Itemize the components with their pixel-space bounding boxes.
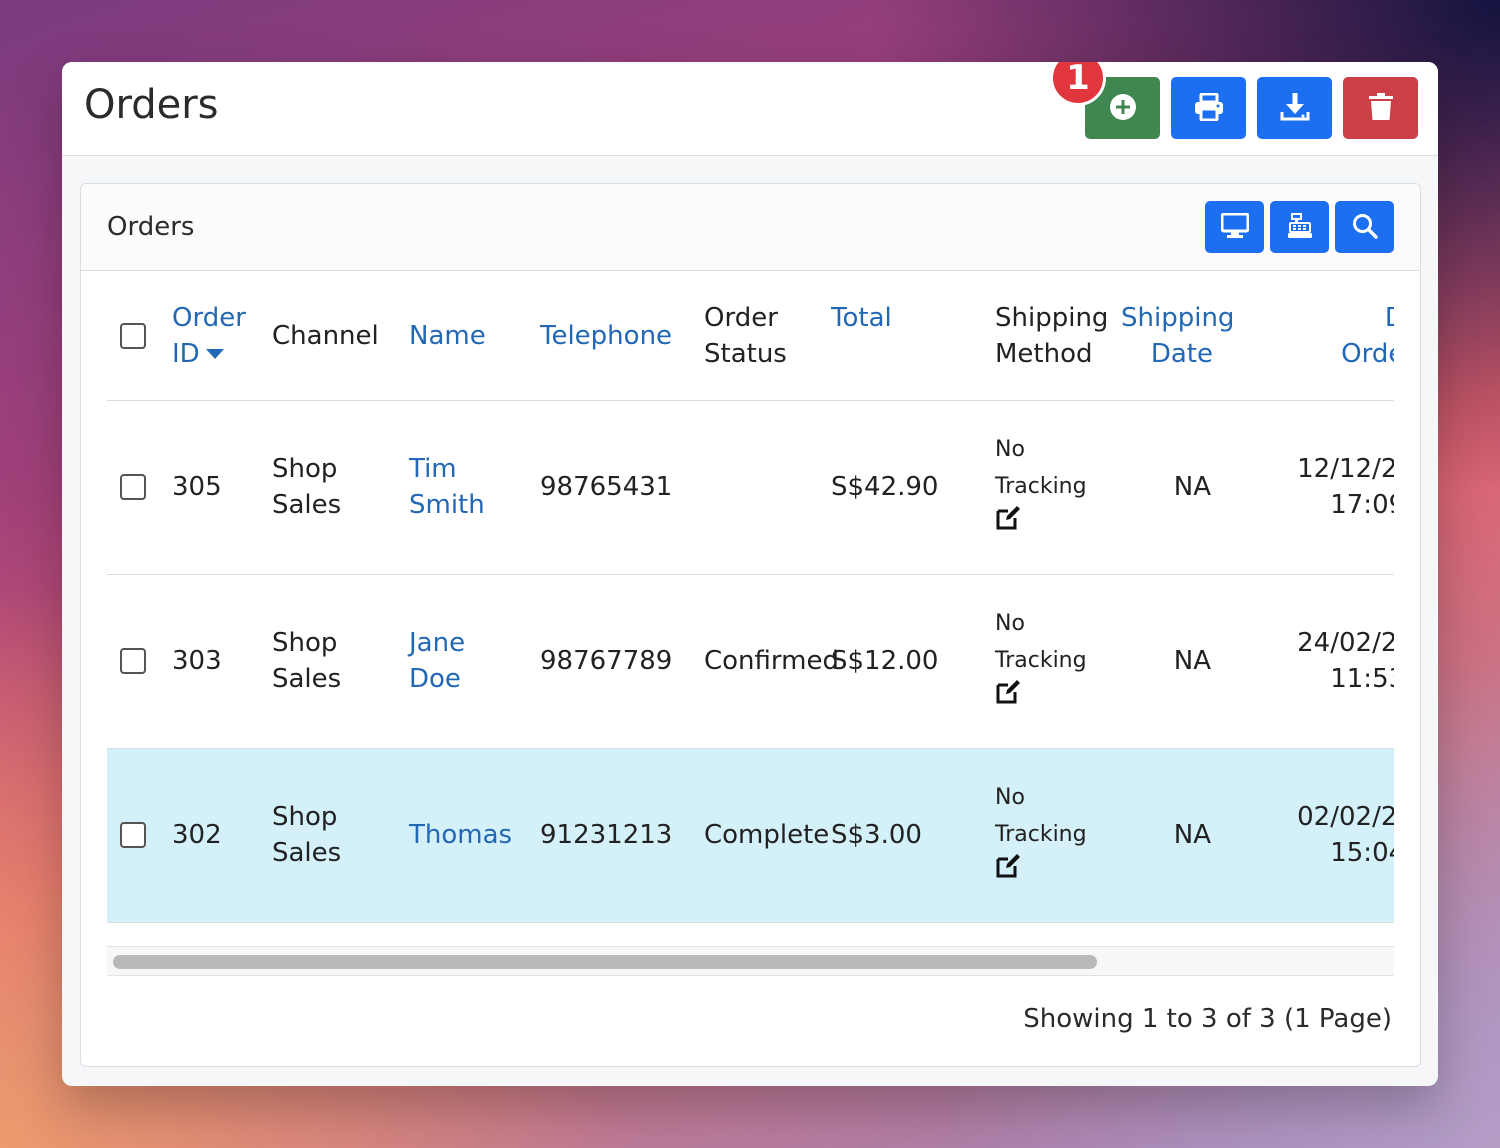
sort-desc-icon — [205, 349, 224, 360]
order-status-cell — [704, 400, 831, 574]
date-ordered-cell: 02/02/202315:04:51 — [1297, 802, 1394, 868]
orders-card: Orders Order ID Channel Name Telephone O… — [80, 183, 1421, 1067]
plus-circle-icon — [1109, 93, 1137, 124]
column-order-status: Order Status — [704, 302, 787, 369]
row-checkbox[interactable] — [120, 822, 146, 848]
monitor-icon — [1220, 212, 1249, 242]
customer-name-link[interactable]: Thomas — [409, 748, 540, 922]
printer-icon — [1194, 92, 1224, 124]
card-title: Orders — [107, 212, 195, 242]
shipping-date-cell: NA — [1173, 646, 1211, 676]
column-shipping-date[interactable]: Shipping Date — [1121, 272, 1235, 400]
total-cell: S$12.00 — [831, 646, 939, 676]
shipping-date-cell: NA — [1173, 472, 1211, 502]
monitor-button[interactable] — [1205, 201, 1264, 253]
column-channel: Channel — [272, 320, 379, 351]
edit-icon[interactable] — [995, 506, 1021, 537]
column-order-id[interactable]: Order ID — [172, 272, 272, 400]
scrollbar-thumb[interactable] — [113, 955, 1097, 969]
customer-name-link[interactable]: Tim Smith — [409, 400, 540, 574]
horizontal-scrollbar[interactable] — [107, 946, 1394, 976]
total-cell: S$42.90 — [831, 472, 939, 502]
order-status-cell: Complete — [704, 820, 830, 850]
table-row[interactable]: 305 Shop Sales Tim Smith 98765431 S$42.90 … — [107, 400, 1394, 574]
order-status-cell: Confirmed — [704, 646, 839, 676]
table-row[interactable]: 302 Shop Sales Thomas 91231213 Complete S… — [107, 748, 1394, 922]
edit-icon[interactable] — [995, 854, 1021, 885]
order-id-cell: 302 — [172, 820, 222, 850]
date-ordered-cell: 12/12/202317:09:55 — [1297, 454, 1394, 520]
page-title: Orders — [84, 82, 219, 128]
total-cell: S$3.00 — [831, 820, 922, 850]
download-icon — [1280, 92, 1310, 125]
delete-button[interactable] — [1343, 77, 1418, 139]
order-id-cell: 303 — [172, 646, 222, 676]
search-button[interactable] — [1335, 201, 1394, 253]
orders-table-viewport: Order ID Channel Name Telephone Order St… — [107, 272, 1394, 972]
channel-cell: Shop Sales — [272, 802, 342, 868]
channel-cell: Shop Sales — [272, 628, 342, 694]
print-button[interactable] — [1171, 77, 1246, 139]
telephone-cell: 98765431 — [540, 472, 673, 502]
date-ordered-cell: 24/02/202311:53:32 — [1297, 628, 1394, 694]
customer-name-link[interactable]: Jane Doe — [409, 574, 540, 748]
card-header: Orders — [81, 184, 1420, 271]
trash-icon — [1368, 92, 1393, 124]
row-checkbox[interactable] — [120, 474, 146, 500]
pagination-info: Showing 1 to 3 of 3 (1 Page) — [1023, 1004, 1392, 1034]
orders-window: Orders 1 Orders Order ID Channel Name Te… — [62, 62, 1438, 1086]
shipping-method-cell: No Tracking — [995, 574, 1121, 748]
column-telephone[interactable]: Telephone — [540, 272, 704, 400]
telephone-cell: 98767789 — [540, 646, 673, 676]
row-checkbox[interactable] — [120, 648, 146, 674]
cash-register-icon — [1287, 212, 1313, 242]
shipping-date-cell: NA — [1173, 820, 1211, 850]
orders-table: Order ID Channel Name Telephone Order St… — [107, 272, 1394, 923]
telephone-cell: 91231213 — [540, 820, 673, 850]
table-row[interactable]: 303 Shop Sales Jane Doe 98767789 Confirmed… — [107, 574, 1394, 748]
select-all-checkbox[interactable] — [120, 322, 146, 349]
shipping-method-cell: No Tracking — [995, 748, 1121, 922]
download-button[interactable] — [1257, 77, 1332, 139]
cash-register-button[interactable] — [1270, 201, 1329, 253]
top-bar: Orders 1 — [62, 62, 1438, 156]
table-header-row: Order ID Channel Name Telephone Order St… — [107, 272, 1394, 400]
search-icon — [1352, 213, 1378, 242]
column-name[interactable]: Name — [409, 272, 540, 400]
column-total[interactable]: Total — [831, 272, 995, 400]
shipping-method-cell: No Tracking — [995, 400, 1121, 574]
channel-cell: Shop Sales — [272, 454, 342, 520]
action-toolbar — [1085, 77, 1418, 139]
card-tools — [1205, 201, 1394, 253]
edit-icon[interactable] — [995, 680, 1021, 711]
column-date-ordered[interactable]: Date Ordered — [1235, 272, 1394, 400]
order-id-cell: 305 — [172, 472, 222, 502]
column-shipping-method: Shipping Method — [995, 302, 1109, 369]
